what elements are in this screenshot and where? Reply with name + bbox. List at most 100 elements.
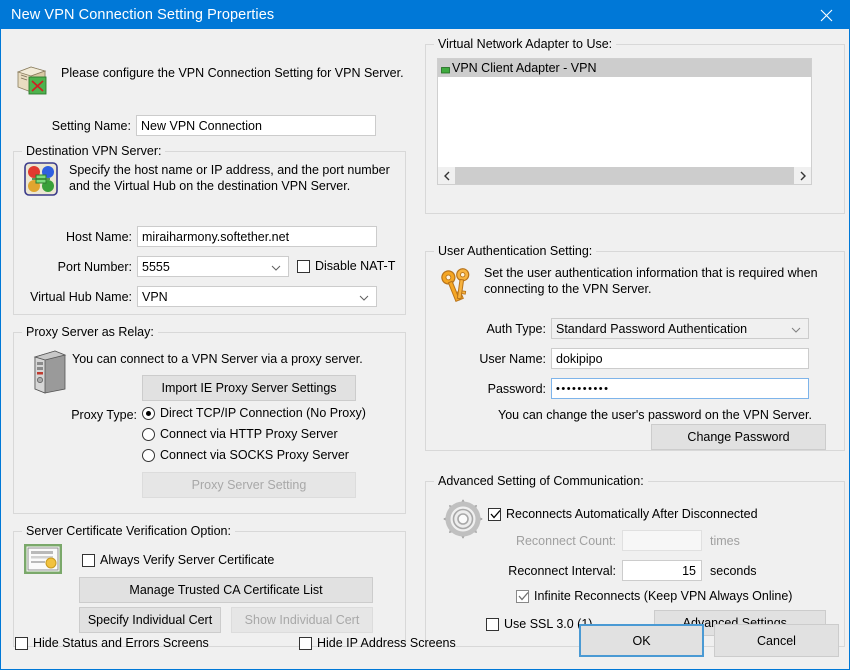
reconnect-interval-value: 15 bbox=[682, 563, 696, 578]
disable-natt-checkbox[interactable]: Disable NAT-T bbox=[297, 259, 395, 273]
hide-status-errors-label: Hide Status and Errors Screens bbox=[33, 636, 209, 650]
checkbox-box bbox=[516, 589, 529, 603]
reconnect-interval-input[interactable]: 15 bbox=[622, 560, 702, 581]
destination-vpn-server-group: Destination VPN Server: Specify the host… bbox=[13, 144, 406, 315]
hide-ip-address-label: Hide IP Address Screens bbox=[317, 636, 456, 650]
user-name-input[interactable]: dokipipo bbox=[551, 348, 809, 369]
setting-name-label: Setting Name: bbox=[51, 119, 131, 133]
horizontal-scrollbar[interactable] bbox=[438, 167, 811, 184]
list-item[interactable]: VPN Client Adapter - VPN bbox=[438, 59, 811, 77]
host-name-input[interactable]: miraiharmony.softether.net bbox=[137, 226, 377, 247]
user-name-value: dokipipo bbox=[556, 351, 603, 366]
reconnect-automatically-checkbox[interactable]: Reconnects Automatically After Disconnec… bbox=[488, 507, 758, 521]
reconnect-count-label: Reconnect Count: bbox=[515, 534, 616, 548]
ok-button[interactable]: OK bbox=[579, 624, 704, 657]
change-password-label: Change Password bbox=[687, 430, 790, 444]
auth-description-line1: Set the user authentication information … bbox=[484, 266, 818, 280]
virtual-hub-name-label: Virtual Hub Name: bbox=[30, 290, 132, 304]
checkbox-box bbox=[299, 636, 312, 650]
proxy-server-setting-label: Proxy Server Setting bbox=[191, 478, 307, 492]
ok-button-label: OK bbox=[632, 633, 651, 648]
reconnect-count-input[interactable] bbox=[622, 530, 702, 551]
reconnect-count-unit: times bbox=[710, 534, 740, 548]
setting-name-value: New VPN Connection bbox=[141, 118, 262, 133]
password-input[interactable]: •••••••••• bbox=[551, 378, 809, 399]
setting-name-input[interactable]: New VPN Connection bbox=[136, 115, 376, 136]
user-authentication-group: User Authentication Setting: Set the use… bbox=[425, 244, 845, 451]
proxy-type-label: Proxy Type: bbox=[71, 408, 137, 422]
certificate-group-title: Server Certificate Verification Option: bbox=[22, 524, 235, 538]
header-description: Please configure the VPN Connection Sett… bbox=[61, 66, 404, 80]
destination-description-line2: and the Virtual Hub on the destination V… bbox=[69, 179, 351, 193]
keys-icon bbox=[438, 264, 480, 309]
window-title: New VPN Connection Setting Properties bbox=[11, 7, 275, 23]
virtual-hub-icon bbox=[24, 162, 58, 199]
title-bar: New VPN Connection Setting Properties bbox=[1, 1, 849, 29]
close-icon bbox=[820, 9, 832, 21]
chevron-down-icon bbox=[359, 290, 369, 304]
checkbox-box bbox=[15, 636, 28, 650]
checkbox-box bbox=[488, 507, 501, 521]
network-adapter-icon bbox=[441, 64, 450, 73]
auth-description-line2: connecting to the VPN Server. bbox=[484, 282, 652, 296]
adapter-listbox[interactable]: VPN Client Adapter - VPN bbox=[437, 58, 812, 185]
right-column: Virtual Network Adapter to Use: VPN Clie… bbox=[417, 29, 849, 669]
cancel-button[interactable]: Cancel bbox=[714, 624, 839, 657]
vpn-connection-properties-dialog: New VPN Connection Setting Properties Pl… bbox=[0, 0, 850, 670]
infinite-reconnects-label: Infinite Reconnects (Keep VPN Always Onl… bbox=[534, 589, 793, 603]
reconnect-interval-unit: seconds bbox=[710, 564, 757, 578]
proxy-type-socks-label: Connect via SOCKS Proxy Server bbox=[160, 448, 349, 462]
checkbox-box bbox=[297, 259, 310, 273]
always-verify-certificate-checkbox[interactable]: Always Verify Server Certificate bbox=[82, 553, 274, 567]
host-name-label: Host Name: bbox=[66, 230, 132, 244]
user-name-label: User Name: bbox=[479, 352, 546, 366]
adapter-group-title: Virtual Network Adapter to Use: bbox=[434, 37, 617, 51]
scrollbar-thumb[interactable] bbox=[455, 167, 794, 184]
auth-type-combobox[interactable]: Standard Password Authentication bbox=[551, 318, 809, 339]
reconnect-interval-label: Reconnect Interval: bbox=[508, 564, 616, 578]
proxy-group-title: Proxy Server as Relay: bbox=[22, 325, 158, 339]
proxy-type-socks-radio[interactable]: Connect via SOCKS Proxy Server bbox=[142, 448, 349, 462]
password-label: Password: bbox=[487, 382, 546, 396]
proxy-type-http-radio[interactable]: Connect via HTTP Proxy Server bbox=[142, 427, 338, 441]
proxy-type-direct-label: Direct TCP/IP Connection (No Proxy) bbox=[160, 406, 366, 420]
host-name-value: miraiharmony.softether.net bbox=[142, 229, 290, 244]
chevron-down-icon bbox=[271, 260, 281, 274]
dialog-body: Please configure the VPN Connection Sett… bbox=[1, 29, 849, 669]
manage-trusted-ca-button[interactable]: Manage Trusted CA Certificate List bbox=[79, 577, 373, 603]
advanced-group-title: Advanced Setting of Communication: bbox=[434, 474, 648, 488]
port-number-combobox[interactable]: 5555 bbox=[137, 256, 289, 277]
auth-type-label: Auth Type: bbox=[486, 322, 546, 336]
infinite-reconnects-checkbox[interactable]: Infinite Reconnects (Keep VPN Always Onl… bbox=[516, 589, 792, 603]
change-password-button[interactable]: Change Password bbox=[651, 424, 826, 450]
footer: Hide Status and Errors Screens Hide IP A… bbox=[1, 621, 849, 669]
password-value: •••••••••• bbox=[556, 382, 610, 395]
computer-tower-icon bbox=[29, 347, 69, 398]
auth-type-value: Standard Password Authentication bbox=[556, 321, 748, 336]
proxy-type-http-label: Connect via HTTP Proxy Server bbox=[160, 427, 338, 441]
close-button[interactable] bbox=[803, 1, 849, 29]
chevron-right-icon[interactable] bbox=[794, 167, 811, 184]
radio-circle bbox=[142, 406, 155, 420]
hide-ip-address-checkbox[interactable]: Hide IP Address Screens bbox=[299, 636, 456, 650]
import-ie-proxy-settings-label: Import IE Proxy Server Settings bbox=[161, 381, 337, 395]
radio-circle bbox=[142, 427, 155, 441]
reconnect-automatically-label: Reconnects Automatically After Disconnec… bbox=[506, 507, 758, 521]
always-verify-certificate-label: Always Verify Server Certificate bbox=[100, 553, 275, 567]
certificate-icon bbox=[23, 543, 63, 577]
proxy-server-setting-button[interactable]: Proxy Server Setting bbox=[142, 472, 356, 498]
destination-description-line1: Specify the host name or IP address, and… bbox=[69, 163, 390, 177]
import-ie-proxy-settings-button[interactable]: Import IE Proxy Server Settings bbox=[142, 375, 356, 401]
virtual-hub-name-value: VPN bbox=[142, 289, 168, 304]
checkbox-box bbox=[82, 553, 95, 567]
list-item-label: VPN Client Adapter - VPN bbox=[452, 61, 597, 75]
auth-group-title: User Authentication Setting: bbox=[434, 244, 597, 258]
radio-circle bbox=[142, 448, 155, 462]
port-number-value: 5555 bbox=[142, 259, 170, 274]
proxy-description: You can connect to a VPN Server via a pr… bbox=[72, 352, 363, 366]
hide-status-errors-checkbox[interactable]: Hide Status and Errors Screens bbox=[15, 636, 209, 650]
virtual-hub-name-combobox[interactable]: VPN bbox=[137, 286, 377, 307]
proxy-type-direct-radio[interactable]: Direct TCP/IP Connection (No Proxy) bbox=[142, 406, 366, 420]
destination-group-title: Destination VPN Server: bbox=[22, 144, 166, 158]
chevron-left-icon[interactable] bbox=[438, 167, 455, 184]
